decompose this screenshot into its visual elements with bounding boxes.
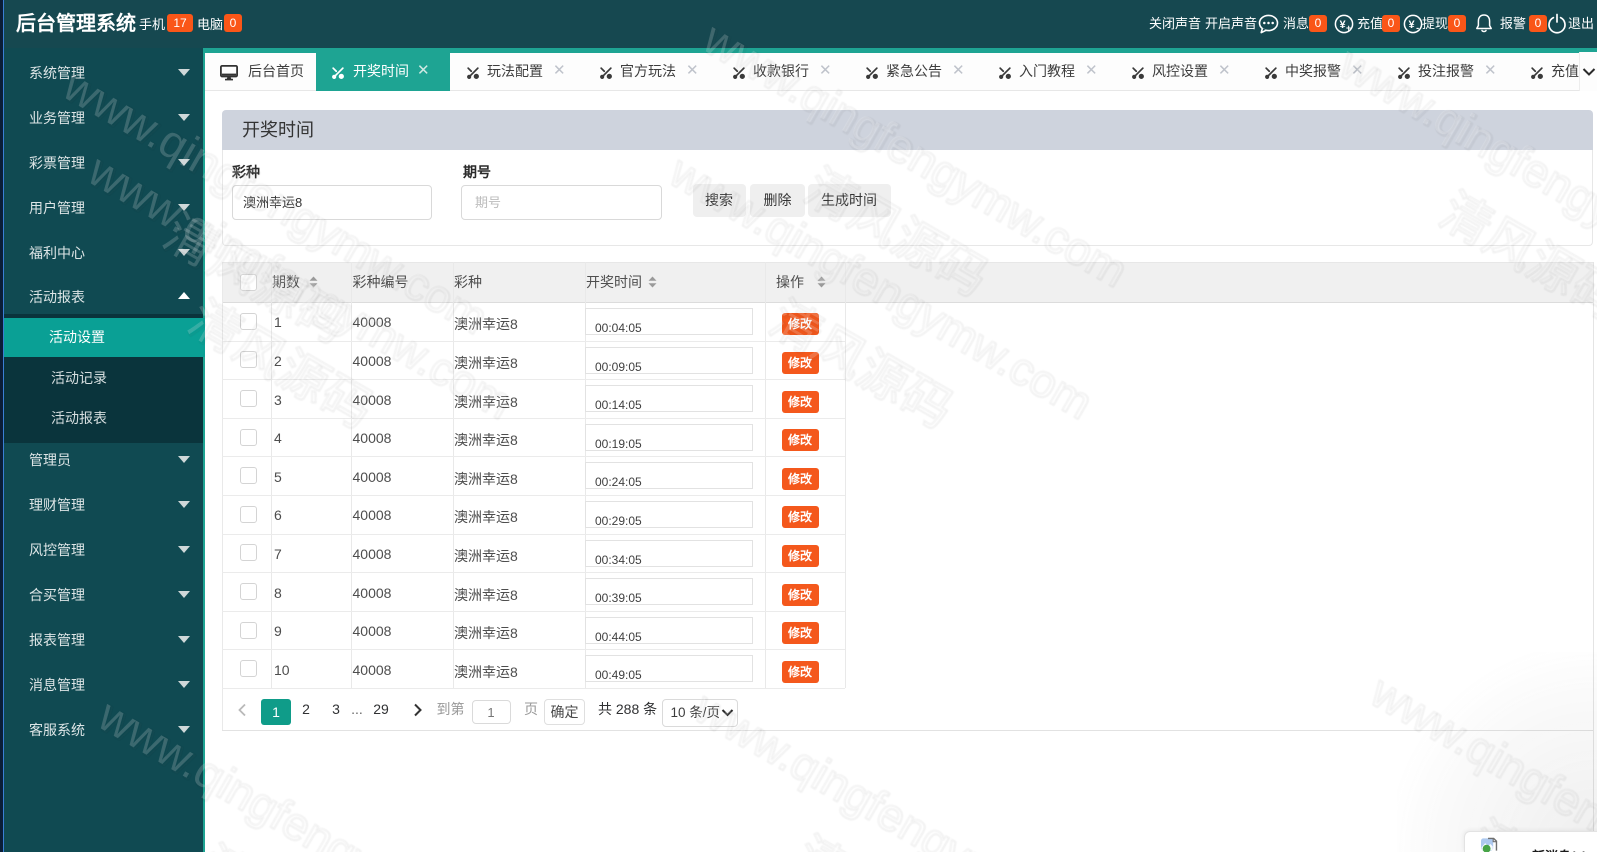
svg-text:清风源码: 清风源码 (190, 834, 391, 852)
svg-text:-: - (1416, 23, 1419, 33)
svg-text:www.qingfengymw.com: www.qingfengymw.com (686, 681, 1127, 852)
svg-text:清风源码: 清风源码 (191, 836, 392, 852)
svg-text:+: + (1346, 23, 1351, 33)
svg-text:清风源码: 清风源码 (785, 825, 986, 852)
svg-text:¥: ¥ (1409, 19, 1416, 31)
svg-text:www.qingfengymw.com: www.qingfengymw.com (684, 679, 1125, 852)
svg-text:清风源码: 清风源码 (786, 827, 987, 852)
